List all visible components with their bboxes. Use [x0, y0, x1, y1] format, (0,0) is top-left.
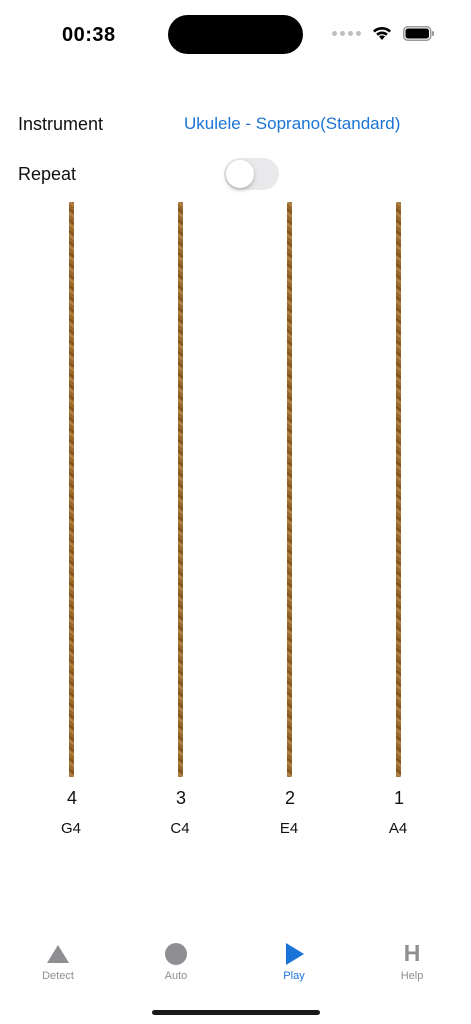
- tab-detect[interactable]: Detect: [18, 930, 98, 992]
- string-number: 2: [284, 788, 295, 808]
- string-note: E4: [279, 820, 299, 837]
- repeat-toggle[interactable]: [224, 158, 279, 190]
- tab-label: Detect: [42, 970, 74, 982]
- string-number: 4: [66, 788, 77, 808]
- string-note: C4: [170, 820, 190, 837]
- tab-play[interactable]: Play: [254, 930, 334, 992]
- instrument-label: Instrument: [18, 114, 104, 134]
- status-icons: [332, 25, 435, 41]
- status-bar: 00:38: [0, 0, 471, 60]
- tab-label: Auto: [164, 970, 188, 982]
- triangle-icon: [47, 945, 69, 963]
- tab-label: Help: [400, 970, 424, 982]
- string-4[interactable]: [69, 202, 74, 777]
- cellular-signal-icon: [332, 30, 361, 36]
- repeat-label: Repeat: [18, 164, 77, 184]
- home-indicator: [152, 1010, 320, 1015]
- play-icon: [286, 943, 304, 965]
- string-1[interactable]: [396, 202, 401, 777]
- string-number: 3: [175, 788, 186, 808]
- string-2[interactable]: [287, 202, 292, 777]
- string-note: A4: [388, 820, 408, 837]
- wifi-icon: [373, 26, 391, 40]
- circle-icon: [165, 943, 187, 965]
- help-h-icon: H: [403, 940, 421, 966]
- repeat-row: Repeat: [0, 156, 471, 196]
- battery-icon: [403, 25, 434, 41]
- tab-bar: Detect Auto Play H Help: [0, 930, 471, 1000]
- status-time: 00:38: [62, 24, 116, 46]
- string-note: G4: [60, 820, 81, 837]
- toggle-knob: [226, 160, 254, 188]
- instrument-selector[interactable]: Ukulele - Soprano(Standard): [184, 114, 400, 134]
- tab-auto[interactable]: Auto: [136, 930, 216, 992]
- strings-area: 4 3 2 1 G4 C4 E4 A4: [0, 202, 471, 842]
- tab-label: Play: [283, 970, 305, 982]
- dynamic-island: [168, 15, 303, 54]
- tab-help[interactable]: H Help: [372, 930, 452, 992]
- string-number: 1: [393, 788, 404, 808]
- instrument-row: Instrument Ukulele - Soprano(Standard): [0, 108, 471, 148]
- string-3[interactable]: [178, 202, 183, 777]
